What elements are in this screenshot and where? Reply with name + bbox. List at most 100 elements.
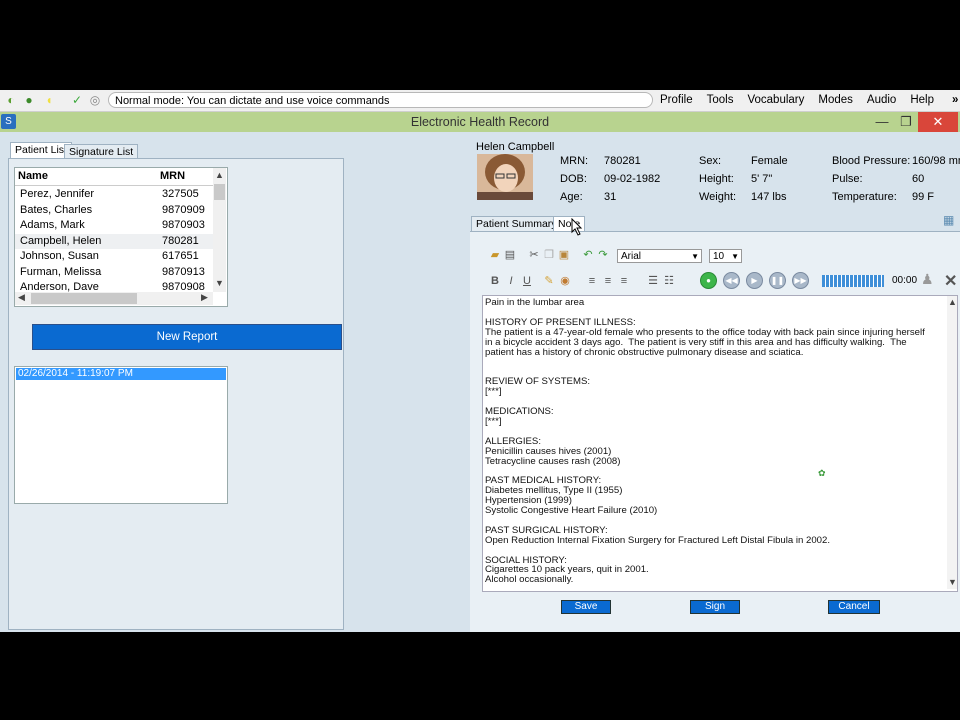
table-row[interactable]: Campbell, Helen 780281 bbox=[15, 233, 213, 249]
speaker-icon[interactable]: ◎ bbox=[88, 93, 102, 107]
sex-label: Sex: bbox=[699, 155, 722, 167]
close-icon[interactable]: ✕ bbox=[944, 271, 957, 291]
dragon-status: Normal mode: You can dictate and use voi… bbox=[108, 92, 653, 108]
report-item[interactable]: 02/26/2014 - 11:19:07 PM bbox=[16, 368, 226, 380]
patient-mrn-cell: 617651 bbox=[162, 250, 199, 262]
patient-list: Name MRN Perez, Jennifer 327505 Bates, Cha… bbox=[14, 167, 228, 307]
bp-value: 160/98 mm bbox=[912, 155, 960, 167]
copy-icon[interactable]: ❐ bbox=[542, 248, 556, 262]
undo-icon[interactable]: ↶ bbox=[581, 248, 595, 262]
temperature-label: Temperature: bbox=[832, 191, 897, 203]
chevron-down-icon: ▼ bbox=[691, 252, 699, 261]
patient-name-cell: Adams, Mark bbox=[20, 219, 85, 231]
ehr-window: Electronic Health Record S — ❐ ✕ Patient… bbox=[0, 112, 960, 632]
align-right-icon[interactable]: ≡ bbox=[617, 274, 631, 288]
app-icon: S bbox=[1, 114, 16, 129]
check-icon[interactable]: ✓ bbox=[70, 93, 84, 107]
mrn-value: 780281 bbox=[604, 155, 641, 167]
color-icon[interactable]: ◉ bbox=[558, 274, 572, 288]
font-size-select[interactable]: 10 ▼ bbox=[709, 249, 742, 263]
align-left-icon[interactable]: ≡ bbox=[585, 274, 599, 288]
rewind-icon[interactable]: ◀◀ bbox=[723, 272, 740, 289]
mouse-cursor-icon bbox=[571, 218, 583, 236]
menu-vocabulary[interactable]: Vocabulary bbox=[747, 90, 804, 111]
patient-mrn-cell: 780281 bbox=[162, 234, 199, 247]
sign-button[interactable]: Sign bbox=[690, 600, 740, 614]
dragon-icon[interactable]: ◐ bbox=[4, 93, 18, 107]
tab-patient-summary[interactable]: Patient Summary bbox=[471, 216, 562, 232]
tab-patient-list[interactable]: Patient List bbox=[10, 142, 72, 158]
report-list: 02/26/2014 - 11:19:07 PM bbox=[14, 366, 228, 504]
menu-profile[interactable]: Profile bbox=[660, 90, 693, 111]
audio-level-meter bbox=[822, 275, 884, 287]
patient-list-hscroll[interactable]: ◀ ▶ bbox=[15, 292, 213, 305]
minimize-button[interactable]: — bbox=[872, 112, 892, 132]
menu-tools[interactable]: Tools bbox=[707, 90, 734, 111]
menu-modes[interactable]: Modes bbox=[818, 90, 853, 111]
table-row[interactable]: Perez, Jennifer 327505 bbox=[15, 187, 213, 203]
patient-name-cell: Anderson, Dave bbox=[20, 281, 99, 292]
pulse-label: Pulse: bbox=[832, 173, 863, 185]
new-report-button[interactable]: New Report bbox=[32, 324, 342, 350]
align-center-icon[interactable]: ≡ bbox=[601, 274, 615, 288]
mrn-label: MRN: bbox=[560, 155, 589, 167]
record-button[interactable]: ● bbox=[700, 272, 717, 289]
grid-icon[interactable]: ▦ bbox=[943, 214, 955, 226]
font-size-value: 10 bbox=[713, 251, 725, 262]
patient-mrn-cell: 9870903 bbox=[162, 219, 205, 231]
age-value: 31 bbox=[604, 191, 617, 203]
dictation-icon: ✿ bbox=[818, 468, 826, 478]
dob-value: 09-02-1982 bbox=[604, 173, 661, 185]
table-row[interactable]: Bates, Charles 9870909 bbox=[15, 203, 213, 219]
microphone-icon[interactable]: ● bbox=[22, 93, 36, 107]
bold-button[interactable]: B bbox=[488, 274, 502, 288]
play-icon[interactable]: ▶ bbox=[746, 272, 763, 289]
patient-mrn-cell: 327505 bbox=[162, 188, 199, 200]
cut-icon[interactable]: ✂ bbox=[527, 248, 541, 262]
age-label: Age: bbox=[560, 191, 583, 203]
dragon-bar: ◐ ● ◖ ✓ ◎ Normal mode: You can dictate a… bbox=[0, 90, 960, 112]
bullet-list-icon[interactable]: ☰ bbox=[646, 274, 660, 288]
sex-value: Female bbox=[751, 155, 788, 167]
numbered-list-icon[interactable]: ☷ bbox=[662, 274, 676, 288]
pulse-value: 60 bbox=[912, 173, 925, 185]
note-editor-vscroll[interactable]: ▲ ▼ bbox=[947, 296, 957, 589]
note-text[interactable]: Pain in the lumbar area HISTORY OF PRESE… bbox=[485, 298, 947, 591]
font-select-value: Arial bbox=[621, 251, 642, 262]
recording-time: 00:00 bbox=[892, 275, 918, 286]
menu-more-icon[interactable]: » bbox=[952, 90, 958, 111]
title-bar: Electronic Health Record S — ❐ ✕ bbox=[0, 112, 960, 132]
table-row[interactable]: Adams, Mark 9870903 bbox=[15, 218, 213, 234]
user-icon[interactable]: ♟ bbox=[921, 271, 934, 288]
underline-button[interactable]: U bbox=[520, 274, 534, 288]
cancel-button[interactable]: Cancel bbox=[828, 600, 880, 614]
table-row[interactable]: Furman, Melissa 9870913 bbox=[15, 265, 213, 281]
menu-help[interactable]: Help bbox=[910, 90, 934, 111]
patient-name-cell: Campbell, Helen bbox=[20, 234, 102, 247]
fast-forward-icon[interactable]: ▶▶ bbox=[792, 272, 809, 289]
window-title: Electronic Health Record bbox=[410, 115, 550, 129]
save-button[interactable]: Save bbox=[561, 600, 611, 614]
table-row[interactable]: Johnson, Susan 617651 bbox=[15, 249, 213, 265]
height-label: Height: bbox=[699, 173, 734, 185]
dob-label: DOB: bbox=[560, 173, 587, 185]
table-row[interactable]: Anderson, Dave 9870908 bbox=[15, 280, 213, 292]
menu-audio[interactable]: Audio bbox=[867, 90, 896, 111]
patient-mrn-cell: 9870909 bbox=[162, 203, 205, 216]
highlight-icon[interactable]: ✎ bbox=[542, 274, 556, 288]
redo-icon[interactable]: ↷ bbox=[596, 248, 610, 262]
maximize-button[interactable]: ❐ bbox=[896, 112, 916, 132]
patient-photo bbox=[477, 154, 533, 200]
italic-button[interactable]: I bbox=[504, 274, 518, 288]
font-select[interactable]: Arial ▼ bbox=[617, 249, 702, 263]
height-value: 5' 7" bbox=[751, 173, 773, 185]
close-button[interactable]: ✕ bbox=[918, 112, 958, 132]
print-icon[interactable]: ▤ bbox=[503, 248, 517, 262]
note-editor[interactable]: Pain in the lumbar area HISTORY OF PRESE… bbox=[482, 295, 958, 592]
open-icon[interactable]: ▰ bbox=[488, 248, 502, 262]
weight-value: 147 lbs bbox=[751, 191, 787, 203]
paste-icon[interactable]: ▣ bbox=[557, 248, 571, 262]
chevron-down-icon: ▼ bbox=[731, 252, 739, 261]
patient-list-vscroll[interactable]: ▲ ▼ bbox=[213, 168, 226, 292]
pause-icon[interactable]: ❚❚ bbox=[769, 272, 786, 289]
